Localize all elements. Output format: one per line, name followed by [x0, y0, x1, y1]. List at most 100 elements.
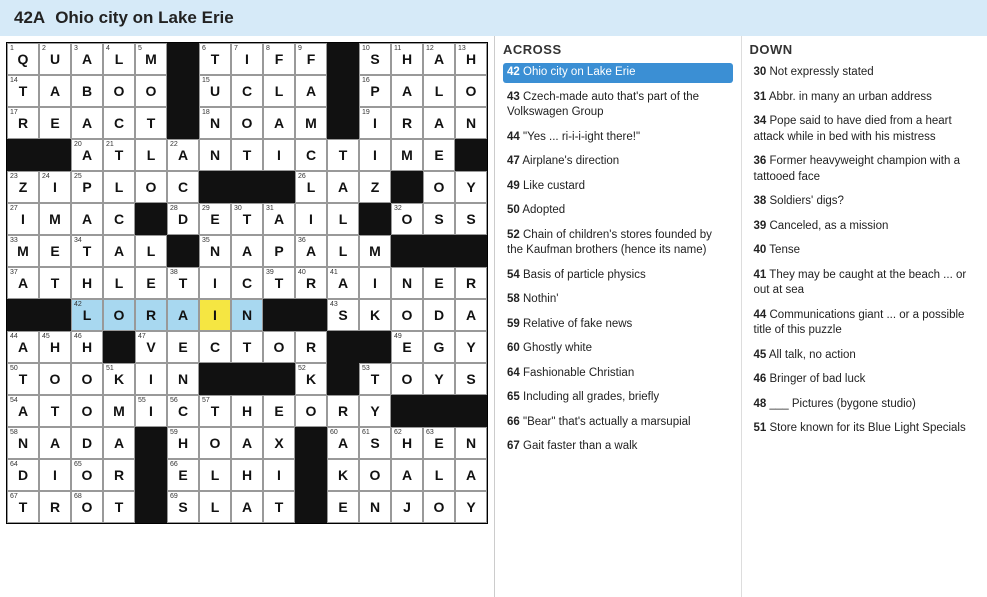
grid-cell[interactable] [455, 395, 487, 427]
grid-cell[interactable]: O [359, 459, 391, 491]
grid-cell[interactable]: 20A [71, 139, 103, 171]
grid-cell[interactable]: 38T [167, 267, 199, 299]
grid-cell[interactable]: 53T [359, 363, 391, 395]
grid-cell[interactable]: 59H [167, 427, 199, 459]
grid-cell[interactable]: O [423, 491, 455, 523]
grid-cell[interactable]: H [231, 459, 263, 491]
grid-cell[interactable]: M [39, 203, 71, 235]
grid-cell[interactable]: A [391, 459, 423, 491]
grid-cell[interactable]: E [39, 107, 71, 139]
grid-cell[interactable]: 13H [455, 43, 487, 75]
grid-cell[interactable]: 63E [423, 427, 455, 459]
grid-cell[interactable]: L [103, 171, 135, 203]
grid-cell[interactable]: N [167, 363, 199, 395]
grid-cell[interactable]: 42L [71, 299, 103, 331]
across-clue-item[interactable]: 42 Ohio city on Lake Erie [503, 63, 733, 83]
grid-cell[interactable]: 61S [359, 427, 391, 459]
grid-cell[interactable]: I [359, 267, 391, 299]
grid-cell[interactable]: C [103, 203, 135, 235]
grid-cell[interactable]: O [39, 363, 71, 395]
grid-cell[interactable]: 45H [39, 331, 71, 363]
grid-cell[interactable]: 4L [103, 43, 135, 75]
grid-cell[interactable]: O [423, 171, 455, 203]
grid-cell[interactable]: 1Q [7, 43, 39, 75]
grid-cell[interactable]: I [295, 203, 327, 235]
grid-cell[interactable] [455, 139, 487, 171]
down-clue-item[interactable]: 45 All talk, no action [750, 346, 980, 366]
grid-cell[interactable]: R [455, 267, 487, 299]
grid-cell[interactable]: R [103, 459, 135, 491]
grid-cell[interactable]: 44A [7, 331, 39, 363]
grid-cell[interactable]: 29E [199, 203, 231, 235]
grid-cell[interactable]: T [135, 107, 167, 139]
grid-cell[interactable]: H [231, 395, 263, 427]
grid-cell[interactable]: T [231, 139, 263, 171]
grid-cell[interactable]: 21T [103, 139, 135, 171]
grid-cell[interactable]: A [39, 75, 71, 107]
grid-cell[interactable]: 33M [7, 235, 39, 267]
grid-cell[interactable]: A [167, 299, 199, 331]
grid-cell[interactable]: O [391, 363, 423, 395]
grid-cell[interactable]: C [295, 139, 327, 171]
grid-cell[interactable] [423, 395, 455, 427]
grid-cell[interactable]: O [71, 363, 103, 395]
grid-cell[interactable]: T [39, 395, 71, 427]
grid-cell[interactable]: 14T [7, 75, 39, 107]
grid-cell[interactable]: 34T [71, 235, 103, 267]
grid-cell[interactable] [231, 171, 263, 203]
grid-cell[interactable]: L [199, 459, 231, 491]
grid-cell[interactable] [135, 203, 167, 235]
grid-cell[interactable]: 52K [295, 363, 327, 395]
down-clue-item[interactable]: 38 Soldiers' digs? [750, 192, 980, 212]
grid-cell[interactable]: 43S [327, 299, 359, 331]
grid-cell[interactable]: O [103, 299, 135, 331]
grid-cell[interactable]: R [391, 107, 423, 139]
grid-cell[interactable]: 10S [359, 43, 391, 75]
grid-cell[interactable]: Z [359, 171, 391, 203]
grid-cell[interactable] [391, 171, 423, 203]
across-clue-item[interactable]: 52 Chain of children's stores founded by… [503, 226, 733, 261]
grid-cell[interactable]: 30T [231, 203, 263, 235]
down-clue-item[interactable]: 36 Former heavyweight champion with a ta… [750, 152, 980, 187]
grid-cell[interactable]: 68O [71, 491, 103, 523]
down-clue-item[interactable]: 48 ___ Pictures (bygone studio) [750, 395, 980, 415]
across-clue-item[interactable]: 64 Fashionable Christian [503, 364, 733, 384]
grid-cell[interactable]: X [263, 427, 295, 459]
grid-cell[interactable]: 41A [327, 267, 359, 299]
grid-cell[interactable] [167, 43, 199, 75]
grid-cell[interactable]: A [71, 107, 103, 139]
across-clue-item[interactable]: 66 "Bear" that's actually a marsupial [503, 413, 733, 433]
grid-cell[interactable]: O [199, 427, 231, 459]
down-clue-item[interactable]: 51 Store known for its Blue Light Specia… [750, 419, 980, 439]
grid-cell[interactable] [423, 235, 455, 267]
grid-cell[interactable]: 66E [167, 459, 199, 491]
grid-cell[interactable] [167, 75, 199, 107]
grid-cell[interactable] [39, 139, 71, 171]
grid-cell[interactable]: M [295, 107, 327, 139]
grid-cell[interactable]: 27I [7, 203, 39, 235]
grid-cell[interactable]: E [39, 235, 71, 267]
grid-cell[interactable] [327, 43, 359, 75]
grid-cell[interactable]: C [231, 267, 263, 299]
grid-cell[interactable]: R [39, 491, 71, 523]
grid-cell[interactable]: L [423, 459, 455, 491]
grid-cell[interactable]: A [327, 171, 359, 203]
grid-cell[interactable]: P [263, 235, 295, 267]
grid-cell[interactable]: Y [423, 363, 455, 395]
grid-cell[interactable]: 17R [7, 107, 39, 139]
grid-cell[interactable]: 11H [391, 43, 423, 75]
grid-cell[interactable]: 57T [199, 395, 231, 427]
grid-cell[interactable]: 23Z [7, 171, 39, 203]
grid-cell[interactable] [7, 139, 39, 171]
grid-cell[interactable]: L [327, 235, 359, 267]
grid-cell[interactable]: C [103, 107, 135, 139]
grid-cell[interactable] [359, 331, 391, 363]
grid-cell[interactable]: A [263, 107, 295, 139]
down-clue-item[interactable]: 46 Bringer of bad luck [750, 370, 980, 390]
grid-cell[interactable]: S [455, 363, 487, 395]
grid-cell[interactable]: L [135, 139, 167, 171]
across-clue-item[interactable]: 59 Relative of fake news [503, 315, 733, 335]
grid-cell[interactable]: L [423, 75, 455, 107]
grid-cell[interactable]: A [295, 75, 327, 107]
grid-cell[interactable]: 25P [71, 171, 103, 203]
